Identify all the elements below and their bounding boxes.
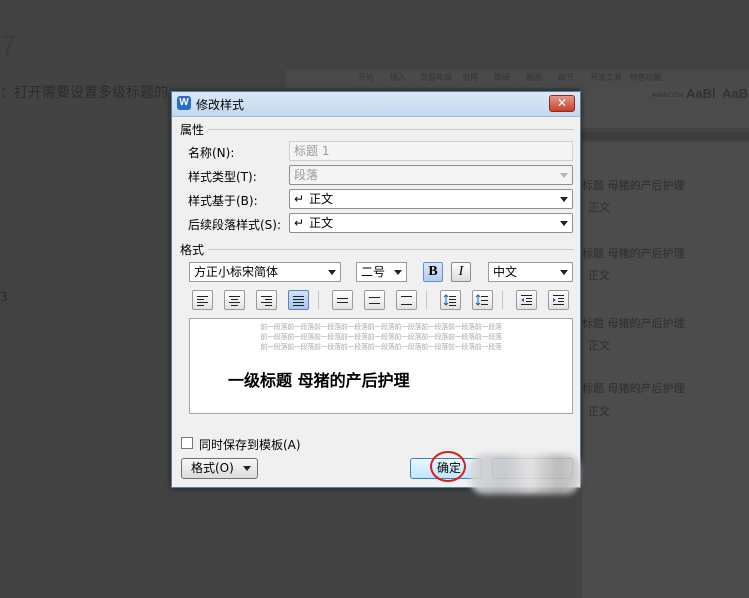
increase-indent-icon [553,295,564,305]
increase-indent-button[interactable] [548,290,569,310]
dialog-titlebar[interactable]: W 修改样式 ✕ [172,92,580,117]
style-gallery-item-2: AaBb [722,86,749,101]
name-label: 名称(N): [188,146,235,160]
space-after-button[interactable] [472,290,493,310]
font-value: 方正小标宋简体 [194,265,279,279]
preview-previous-paragraph: 前一段落前一段落前一段落前一段落前一段落前一段落前一段落前一段落前一段落 [260,323,502,331]
based-on-value: 正文 [309,192,334,206]
paragraph-return-icon: ↵ [294,216,305,230]
ribbon-tab-section: 章节 [558,73,574,82]
ribbon-tab-layout: 页面布局 [420,73,452,82]
close-button[interactable]: ✕ [549,95,575,112]
space-after-icon [475,294,488,306]
name-value: 标题 1 [294,144,330,158]
name-field: 标题 1 [289,141,573,161]
dialog-title: 修改样式 [196,98,245,112]
ribbon-tab-features: 特色功能 [630,73,662,82]
style-gallery-item-1: AaBl [686,86,716,101]
doc-line: 标题 母猪的产后护理 [582,179,685,192]
ribbon-tab-insert: 插入 [390,73,406,82]
decrease-indent-button[interactable] [516,290,537,310]
align-center-icon [229,296,240,306]
format-divider [208,249,574,250]
based-on-label: 样式基于(B): [188,194,258,208]
highlight-circle [430,451,466,482]
ribbon-tab-home: 开始 [358,73,374,82]
properties-section-label: 属性 [180,123,205,137]
chevron-down-icon [243,466,251,471]
preview-heading: 一级标题 母猪的产后护理 [228,371,410,390]
language-select[interactable]: 中文 [488,262,573,282]
modify-style-dialog: W 修改样式 ✕ 属性 名称(N): 标题 1 样式类型(T): 段落 样式基于… [171,91,581,488]
line-spacing-double-icon [401,296,412,305]
chevron-down-icon [394,270,402,275]
space-before-icon [443,294,456,306]
toolbar-separator [318,291,319,309]
format-menu-label: 格式(O) [191,461,234,475]
ribbon-tab-references: 引用 [462,73,478,82]
left-margin-mark: 3 [0,290,8,304]
line-spacing-double-button[interactable] [396,290,417,310]
bold-button[interactable]: B [423,262,443,282]
line-spacing-single-icon [337,298,348,303]
style-type-label: 样式类型(T): [188,170,257,184]
format-section-label: 格式 [180,243,205,257]
line-spacing-1-5-button[interactable] [364,290,385,310]
paragraph-return-icon: ↵ [294,192,305,206]
toolbar-separator [502,291,503,309]
format-menu-button[interactable]: 格式(O) [181,458,258,479]
doc-line: 标题 母猪的产后护理 [582,247,685,260]
blurred-redaction [470,454,580,494]
chevron-down-icon [560,197,568,202]
line-spacing-single-button[interactable] [332,290,353,310]
style-type-value: 段落 [294,168,319,182]
properties-divider [208,129,574,130]
step-number: 7 [0,30,17,63]
based-on-select[interactable]: ↵ 正文 [289,189,573,209]
doc-line: 标题 母猪的产后护理 [582,382,685,395]
ribbon-tabs-bar [286,70,749,88]
decrease-indent-icon [521,295,532,305]
style-gallery-item-small: AaBbCcDd [652,92,684,99]
chevron-down-icon [560,221,568,226]
preview-previous-paragraph: 前一段落前一段落前一段落前一段落前一段落前一段落前一段落前一段落前一段落 [260,333,502,341]
toolbar-separator [426,291,427,309]
save-to-template-checkbox[interactable] [181,437,193,449]
following-style-label: 后续段落样式(S): [188,218,282,232]
doc-line: 标题 母猪的产后护理 [582,317,685,330]
style-preview-pane: 前一段落前一段落前一段落前一段落前一段落前一段落前一段落前一段落前一段落 前一段… [189,318,573,414]
ribbon-tab-review: 审阅 [494,73,510,82]
instruction-text: ：打开需要设置多级标题的 [0,85,168,101]
font-select[interactable]: 方正小标宋简体 [189,262,341,282]
align-justify-button[interactable] [288,290,309,310]
chevron-down-icon [560,270,568,275]
italic-button[interactable]: I [451,262,471,282]
font-size-value: 二号 [361,265,386,279]
doc-line: 正文 [588,269,610,282]
ruler [580,132,749,140]
align-right-icon [261,296,272,306]
chevron-down-icon [328,270,336,275]
following-style-select[interactable]: ↵ 正文 [289,213,573,233]
doc-line: 正文 [588,339,610,352]
save-to-template-label[interactable]: 同时保存到模板(A) [199,436,301,453]
preview-previous-paragraph: 前一段落前一段落前一段落前一段落前一段落前一段落前一段落前一段落前一段落 [260,343,502,351]
align-left-icon [197,296,208,306]
wps-logo-icon: W [177,96,191,110]
ribbon-tab-view: 视图 [526,73,542,82]
chevron-down-icon [560,173,568,178]
align-right-button[interactable] [256,290,277,310]
language-value: 中文 [493,265,518,279]
font-size-select[interactable]: 二号 [356,262,407,282]
align-center-button[interactable] [224,290,245,310]
following-style-value: 正文 [309,216,334,230]
line-spacing-1-5-icon [369,297,380,304]
doc-line: 正文 [588,201,610,214]
style-type-select: 段落 [289,165,573,185]
align-left-button[interactable] [192,290,213,310]
ribbon-tab-developer: 开发工具 [590,73,622,82]
space-before-button[interactable] [440,290,461,310]
doc-line: 正文 [588,405,610,418]
align-justify-icon [293,296,304,306]
